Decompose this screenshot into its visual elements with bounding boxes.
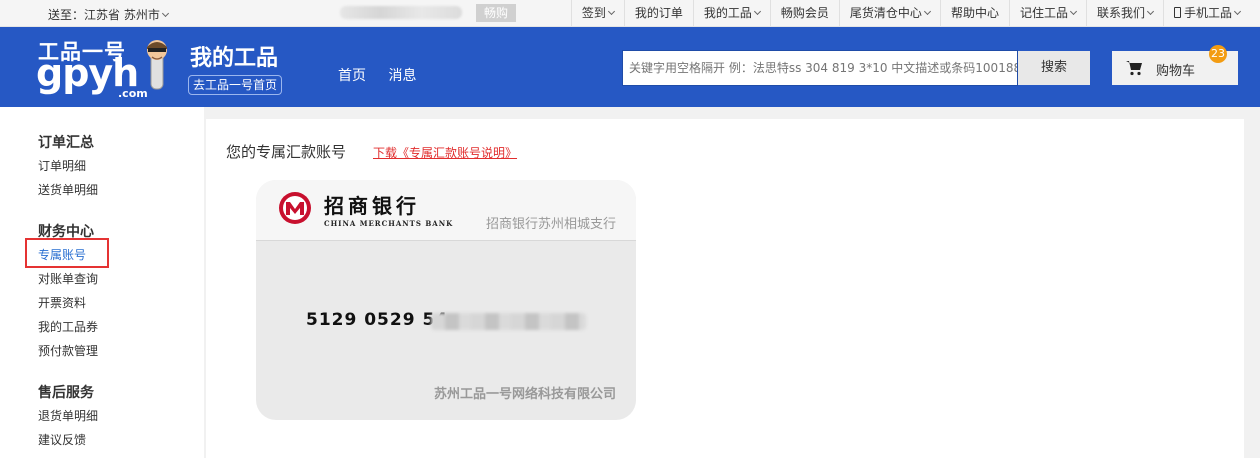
search-input[interactable] — [622, 50, 1018, 86]
top-bar: 送至：江苏省 苏州市 畅购 签到 我的订单 我的工品 畅购会员 尾货清仓中心 帮… — [0, 0, 1260, 27]
chevron-down-icon — [753, 7, 761, 16]
bank-name-en: CHINA MERCHANTS BANK — [324, 219, 454, 228]
sidebar-item-return-details[interactable]: 退货单明细 — [38, 407, 98, 424]
header: 工品一号 gpyh .com 我的工品 去工品一号首页 首页 消息 搜索 购物车… — [0, 27, 1260, 107]
cart-count-badge: 23 — [1209, 45, 1227, 63]
bank-card: 招商银行 CHINA MERCHANTS BANK 招商银行苏州相城支行 512… — [256, 180, 636, 420]
account-number-masked — [431, 313, 586, 330]
mascot-icon — [147, 40, 167, 90]
download-instructions-link[interactable]: 下载《专属汇款账号说明》 — [373, 144, 517, 161]
phone-icon — [1173, 7, 1181, 18]
account-panel: 您的专属汇款账号 下载《专属汇款账号说明》 招商银行 CHINA MERCHAN… — [206, 119, 1244, 458]
sidebar-item-statement-query[interactable]: 对账单查询 — [38, 270, 98, 287]
sidebar-item-invoice-info[interactable]: 开票资料 — [38, 294, 86, 311]
go-home-button[interactable]: 去工品一号首页 — [188, 75, 282, 95]
top-nav-label: 我的工品 — [703, 6, 752, 20]
top-nav-sign-in[interactable]: 签到 — [570, 0, 624, 26]
nav-messages[interactable]: 消息 — [388, 68, 416, 84]
sidebar: 订单汇总 订单明细 送货单明细 财务中心 专属账号 对账单查询 开票资料 我的工… — [0, 107, 204, 458]
top-nav-label: 帮助中心 — [950, 6, 999, 20]
account-number: 5129 0529 54 — [306, 310, 449, 330]
sidebar-item-order-details[interactable]: 订单明细 — [38, 157, 86, 174]
chevron-down-icon — [1146, 7, 1155, 16]
bank-name-cn: 招商银行 — [324, 194, 420, 218]
bank-card-header: 招商银行 CHINA MERCHANTS BANK 招商银行苏州相城支行 — [256, 180, 636, 241]
account-holder: 苏州工品一号网络科技有限公司 — [433, 387, 616, 402]
bank-branch: 招商银行苏州相城支行 — [485, 217, 616, 232]
location-selector[interactable]: 送至：江苏省 苏州市 — [48, 6, 169, 23]
top-nav-my-orders[interactable]: 我的订单 — [623, 0, 693, 26]
blurred-username — [340, 6, 462, 19]
sidebar-section-title: 订单汇总 — [38, 135, 94, 151]
top-nav-label: 畅购会员 — [780, 6, 829, 20]
top-nav: 签到 我的订单 我的工品 畅购会员 尾货清仓中心 帮助中心 记住工品 联系我们 … — [570, 0, 1260, 26]
top-nav-contact[interactable]: 联系我们 — [1085, 0, 1163, 26]
changgou-badge[interactable]: 畅购 — [476, 4, 516, 22]
cmb-bank-logo-icon — [279, 192, 311, 224]
top-nav-membership[interactable]: 畅购会员 — [769, 0, 839, 26]
sidebar-item-my-coupons[interactable]: 我的工品券 — [38, 318, 98, 335]
top-nav-clearance[interactable]: 尾货清仓中心 — [838, 0, 940, 26]
chevron-down-icon — [1233, 7, 1242, 16]
top-nav-label: 手机工品 — [1183, 6, 1232, 20]
header-nav: 首页 消息 — [338, 65, 434, 85]
nav-home[interactable]: 首页 — [338, 68, 366, 84]
top-nav-my-gpyh[interactable]: 我的工品 — [692, 0, 770, 26]
section-title: 您的专属汇款账号 — [226, 143, 347, 161]
chevron-down-icon — [1069, 7, 1078, 16]
top-nav-help[interactable]: 帮助中心 — [939, 0, 1009, 26]
cart-label: 购物车 — [1156, 64, 1196, 79]
page-title: 我的工品 — [190, 46, 279, 71]
location-text: 送至：江苏省 苏州市 — [48, 8, 160, 22]
top-nav-label: 我的订单 — [634, 6, 683, 20]
sidebar-section-title: 售后服务 — [38, 385, 94, 401]
site-logo[interactable]: 工品一号 gpyh .com — [36, 35, 176, 100]
search-button[interactable]: 搜索 — [1018, 51, 1090, 85]
chevron-down-icon — [923, 7, 931, 16]
top-nav-label: 联系我们 — [1096, 6, 1145, 20]
top-nav-mobile[interactable]: 手机工品 — [1162, 0, 1260, 26]
cart-icon — [1126, 61, 1142, 76]
chevron-down-icon — [607, 7, 615, 16]
top-nav-label: 记住工品 — [1019, 6, 1068, 20]
sidebar-item-delivery-details[interactable]: 送货单明细 — [38, 181, 98, 198]
highlight-box — [25, 238, 109, 268]
main-content: 您的专属汇款账号 下载《专属汇款账号说明》 招商银行 CHINA MERCHAN… — [204, 107, 1260, 458]
sidebar-item-feedback[interactable]: 建议反馈 — [38, 431, 86, 448]
sidebar-item-prepayment[interactable]: 预付款管理 — [38, 342, 98, 359]
top-nav-label: 签到 — [581, 6, 606, 20]
top-nav-label: 尾货清仓中心 — [849, 6, 922, 20]
top-nav-bookmark[interactable]: 记住工品 — [1008, 0, 1086, 26]
chevron-down-icon — [161, 9, 169, 18]
cart-button[interactable]: 购物车 23 — [1112, 45, 1238, 85]
